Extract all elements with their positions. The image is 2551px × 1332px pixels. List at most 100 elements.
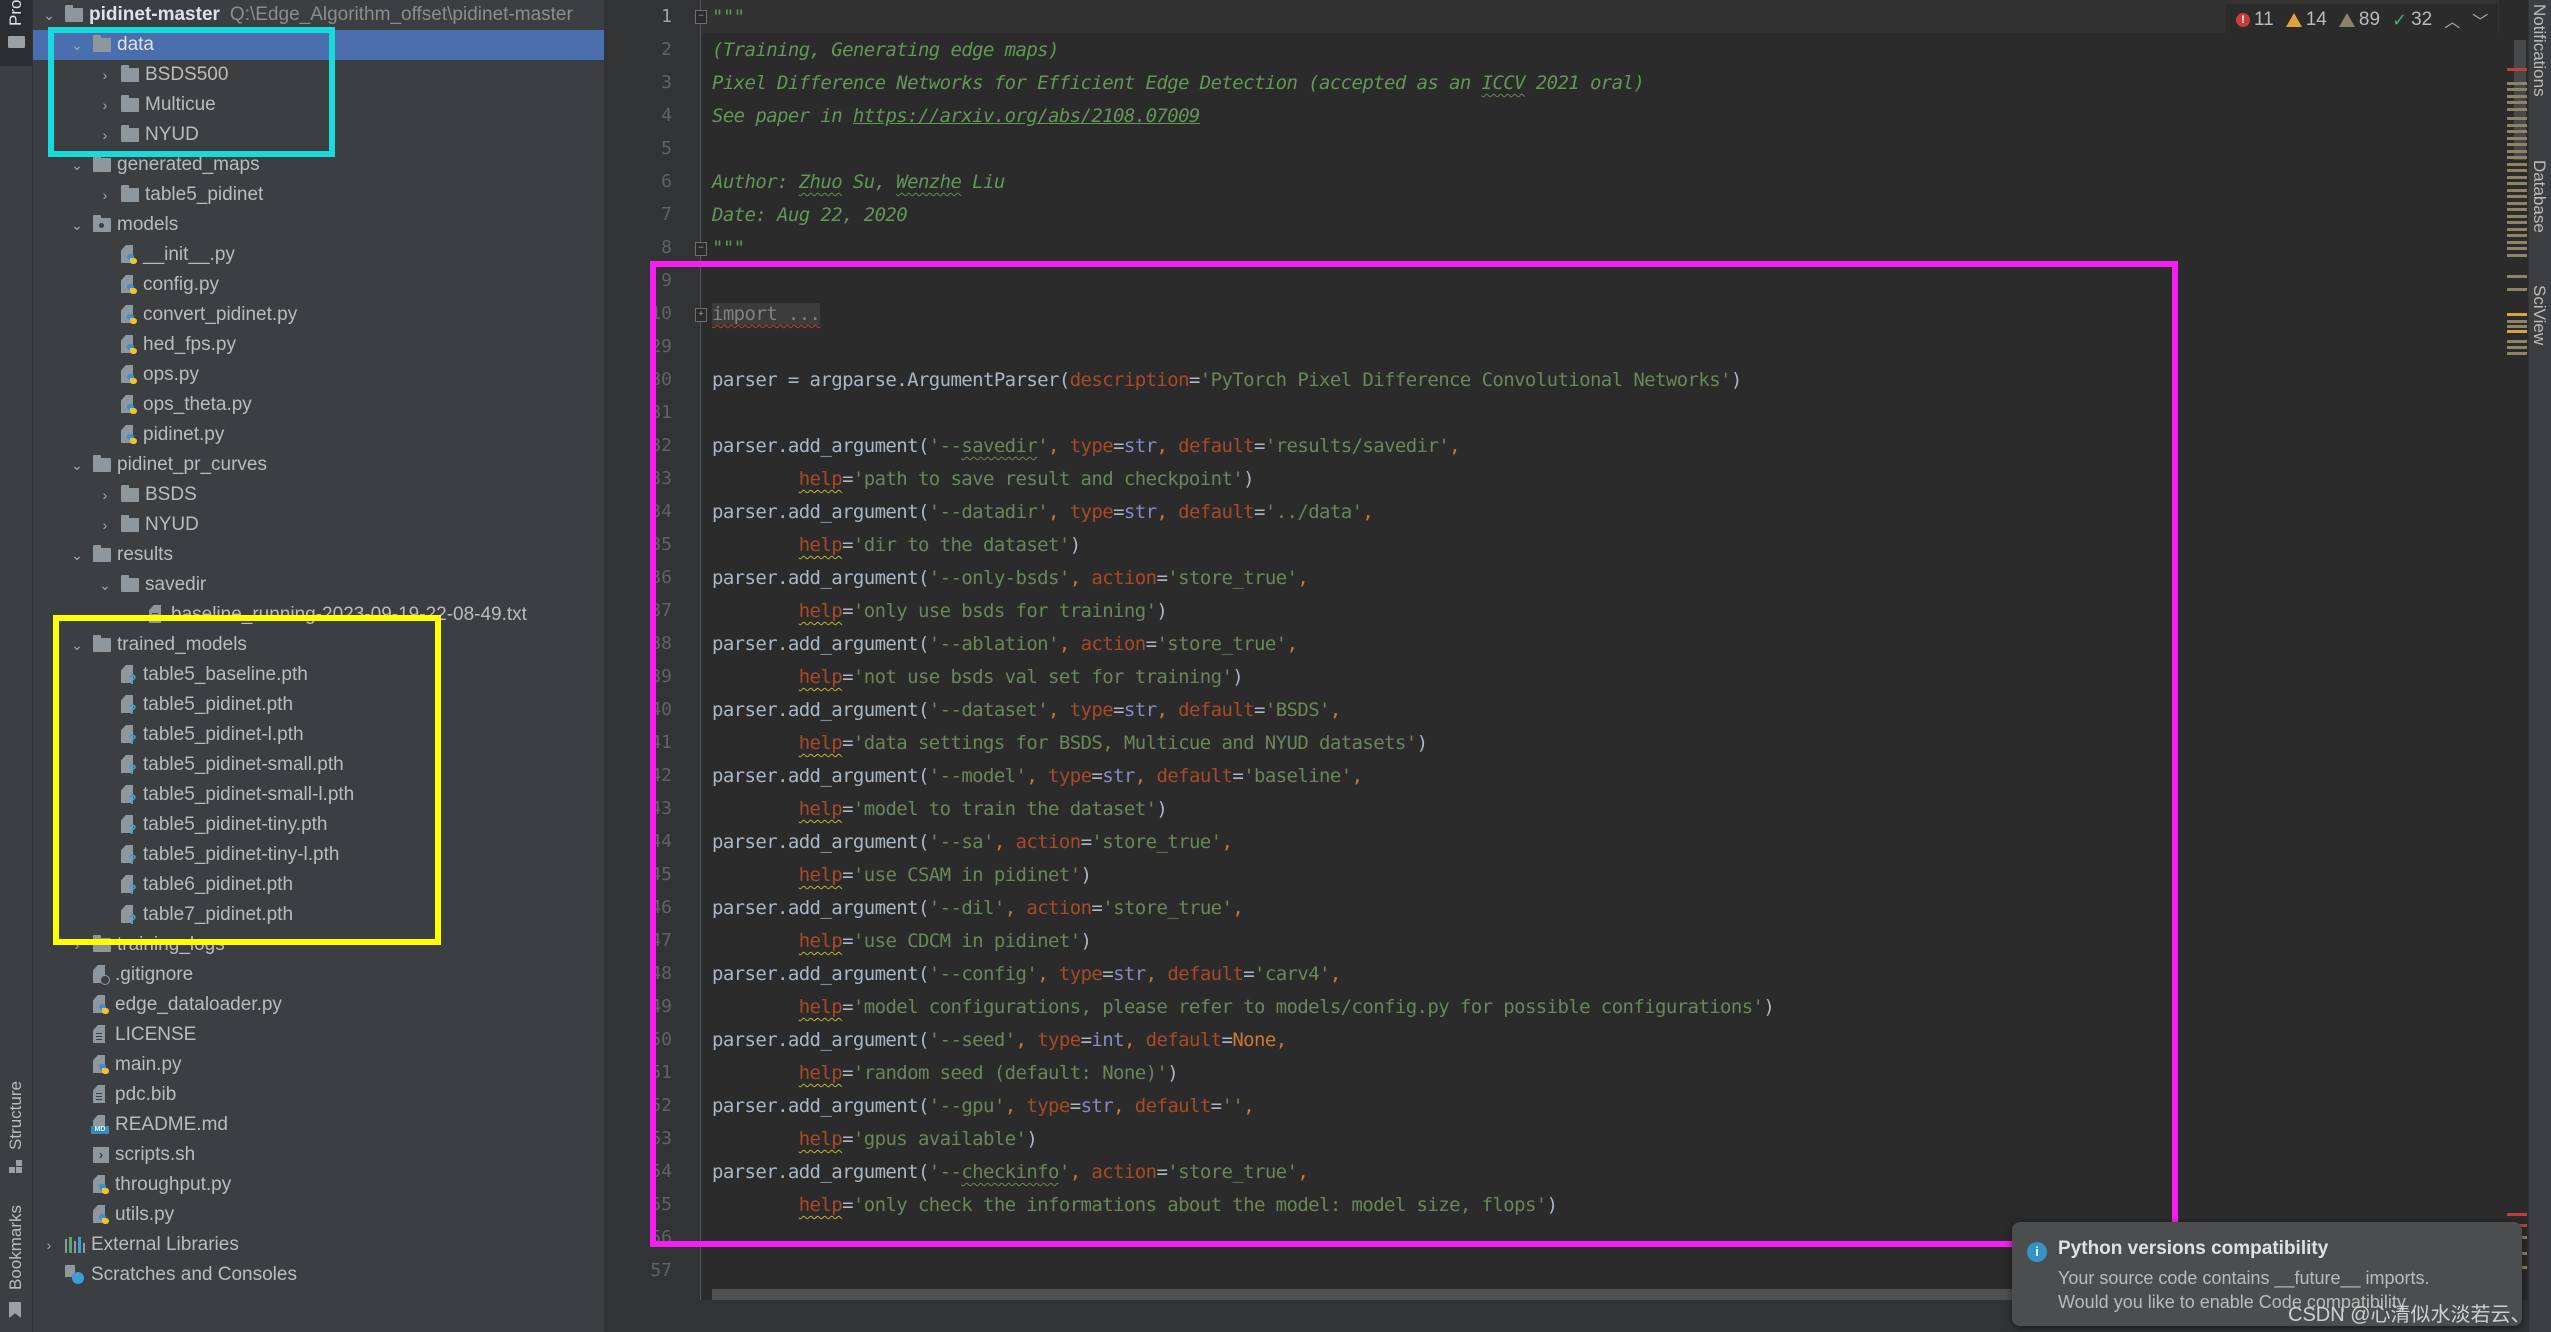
typos-count[interactable]: ✓ 32 (2392, 9, 2432, 31)
line-number[interactable]: 53 (612, 1128, 672, 1149)
line-number[interactable]: 40 (612, 699, 672, 720)
line-number[interactable]: 6 (612, 171, 672, 192)
tree-item[interactable]: ? table5_pidinet-small-l.pth (33, 780, 668, 810)
tree-item[interactable]: › scripts.sh (33, 1140, 640, 1170)
error-stripe-mark[interactable] (2507, 68, 2527, 71)
chevron-right-icon[interactable]: › (69, 937, 85, 953)
line-number[interactable]: 4 (612, 105, 672, 126)
line-number[interactable]: 33 (612, 468, 672, 489)
chevron-down-icon[interactable]: ⌄ (69, 457, 85, 473)
fold-expand-icon[interactable]: + (695, 308, 707, 322)
line-number[interactable]: 43 (612, 798, 672, 819)
line-number[interactable]: 35 (612, 534, 672, 555)
warnings-count[interactable]: 14 (2285, 9, 2327, 31)
line-number[interactable]: 36 (612, 567, 672, 588)
chevron-right-icon[interactable]: › (97, 187, 113, 203)
chevron-right-icon[interactable]: › (97, 487, 113, 503)
tree-item[interactable]: ? table7_pidinet.pth (33, 900, 668, 930)
chevron-right-icon[interactable]: › (97, 127, 113, 143)
fold-collapse-icon[interactable]: − (695, 242, 707, 256)
code-line[interactable]: (Training, Generating edge maps) (712, 39, 1059, 61)
code-line[interactable]: help='use CDCM in pidinet') (712, 930, 1092, 952)
error-stripe-mark[interactable] (2507, 228, 2527, 231)
tree-item[interactable]: ? table5_pidinet-tiny.pth (33, 810, 668, 840)
tree-item[interactable]: ⌄ generated_maps (33, 150, 640, 180)
error-stripe-mark[interactable] (2507, 340, 2527, 343)
tree-item[interactable]: ? table5_pidinet-small.pth (33, 750, 668, 780)
tree-root[interactable]: ⌄ pidinet-master Q:\Edge_Algorithm_offse… (33, 0, 612, 30)
error-stripe-mark[interactable] (2507, 182, 2527, 185)
error-stripe-mark[interactable] (2507, 275, 2527, 278)
chevron-right-icon[interactable]: › (41, 1237, 57, 1253)
line-number[interactable]: 49 (612, 996, 672, 1017)
tree-item[interactable]: ⌄ results (33, 540, 640, 570)
line-number[interactable]: 44 (612, 831, 672, 852)
tree-item[interactable]: › training_logs (33, 930, 640, 960)
tree-item[interactable]: › NYUD (33, 120, 668, 150)
line-number[interactable]: 31 (612, 402, 672, 423)
tree-item[interactable]: throughput.py (33, 1170, 640, 1200)
line-number[interactable]: 32 (612, 435, 672, 456)
tree-item[interactable]: MD README.md (33, 1110, 640, 1140)
error-stripe-mark[interactable] (2507, 352, 2527, 355)
error-stripe-mark[interactable] (2507, 254, 2527, 257)
code-line[interactable]: parser = argparse.ArgumentParser(descrip… (712, 369, 1742, 391)
tree-item[interactable]: utils.py (33, 1200, 640, 1230)
code-line[interactable]: Author: Zhuo Su, Wenzhe Liu (712, 171, 1005, 193)
error-stripe-mark[interactable] (2507, 130, 2527, 133)
error-stripe-mark[interactable] (2507, 156, 2527, 159)
tree-item[interactable]: ? table5_pidinet.pth (33, 690, 668, 720)
code-line[interactable]: help='only use bsds for training') (712, 600, 1168, 622)
error-stripe-mark[interactable] (2507, 208, 2527, 211)
error-stripe-mark[interactable] (2507, 215, 2527, 218)
error-stripe-mark[interactable] (2507, 320, 2527, 323)
line-number[interactable]: 52 (612, 1095, 672, 1116)
tree-item[interactable]: main.py (33, 1050, 640, 1080)
code-line[interactable]: help='gpus available') (712, 1128, 1038, 1150)
chevron-down-icon[interactable]: ⌄ (69, 157, 85, 173)
code-line[interactable]: help='random seed (default: None)') (712, 1062, 1179, 1084)
tree-item[interactable]: › BSDS (33, 480, 668, 510)
error-stripe-mark[interactable] (2507, 346, 2527, 349)
code-line[interactable]: help='dir to the dataset') (712, 534, 1081, 556)
tree-item[interactable]: › NYUD (33, 510, 668, 540)
error-stripe-mark[interactable] (2507, 143, 2527, 146)
code-line[interactable]: parser.add_argument('--only-bsds', actio… (712, 567, 1309, 589)
error-stripe-mark[interactable] (2507, 176, 2527, 179)
line-number[interactable]: 39 (612, 666, 672, 687)
sciview-tool-label[interactable]: SciView (2529, 285, 2549, 345)
error-stripe-mark[interactable] (2507, 330, 2527, 333)
tree-item[interactable]: › Multicue (33, 90, 668, 120)
project-tool-label[interactable]: Project (6, 0, 26, 26)
tree-item[interactable]: ? table5_pidinet-l.pth (33, 720, 668, 750)
error-stripe-mark[interactable] (2507, 150, 2527, 153)
code-line[interactable]: import ... (712, 303, 821, 325)
weak-warnings-count[interactable]: 89 (2338, 9, 2380, 31)
line-number[interactable]: 30 (612, 369, 672, 390)
error-stripe-mark[interactable] (2507, 189, 2527, 192)
line-number[interactable]: 8 (612, 237, 672, 258)
code-line[interactable]: help='only check the informations about … (712, 1194, 1558, 1216)
code-line[interactable]: help='data settings for BSDS, Multicue a… (712, 732, 1428, 754)
error-stripe-mark[interactable] (2507, 325, 2527, 328)
previous-problem-button[interactable]: ︿ (2444, 8, 2460, 32)
tree-item[interactable]: edge_dataloader.py (33, 990, 640, 1020)
structure-tool-label[interactable]: Structure (6, 1081, 26, 1150)
code-line[interactable]: See paper in https://arxiv.org/abs/2108.… (712, 105, 1200, 127)
error-stripe-mark[interactable] (2507, 117, 2527, 120)
code-line[interactable]: parser.add_argument('--config', type=str… (712, 963, 1341, 985)
chevron-right-icon[interactable]: › (97, 517, 113, 533)
error-stripe-mark[interactable] (2507, 195, 2527, 198)
line-number[interactable]: 57 (612, 1260, 672, 1281)
line-number[interactable]: 54 (612, 1161, 672, 1182)
inspection-widget[interactable]: ! 11 14 89 ✓ 32 ︿ ﹀ (2226, 4, 2499, 36)
error-stripe-mark[interactable] (2507, 137, 2527, 140)
line-number[interactable]: 47 (612, 930, 672, 951)
line-number[interactable]: 55 (612, 1194, 672, 1215)
tree-item[interactable]: __init__.py (33, 240, 668, 270)
error-stripe-mark[interactable] (2507, 288, 2527, 291)
fold-collapse-icon[interactable]: − (695, 10, 707, 24)
line-number[interactable]: 34 (612, 501, 672, 522)
tree-item[interactable]: .gitignore (33, 960, 640, 990)
line-number[interactable]: 45 (612, 864, 672, 885)
